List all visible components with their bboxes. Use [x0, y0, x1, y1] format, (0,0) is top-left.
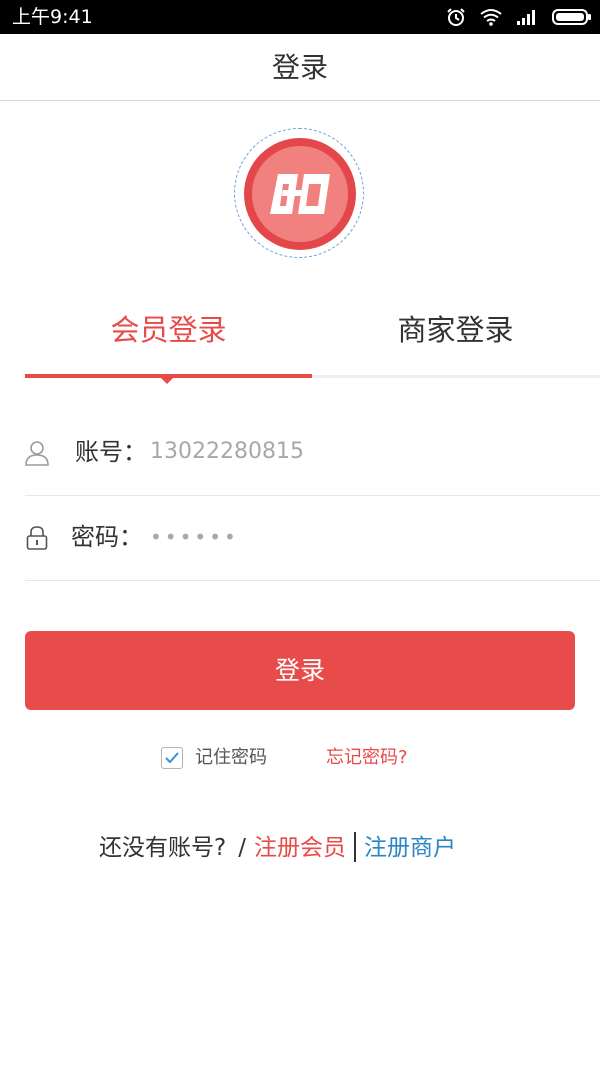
- register-divider: [353, 831, 356, 862]
- register-member-link[interactable]: 注册会员: [254, 835, 346, 861]
- login-button[interactable]: 登录: [25, 631, 575, 710]
- register-prompt: 还没有账号?: [99, 835, 227, 861]
- lock-icon: [26, 526, 48, 550]
- wifi-icon: [480, 8, 502, 26]
- tab-merchant-login[interactable]: 商家登录: [312, 310, 599, 350]
- account-input[interactable]: 13022280815: [150, 435, 304, 469]
- signal-icon: [516, 8, 538, 26]
- alarm-icon: [446, 7, 466, 27]
- tab-caret-icon: [161, 378, 173, 384]
- register-merchant-link[interactable]: 注册商户: [364, 835, 456, 861]
- register-slash: /: [238, 835, 246, 861]
- tab-member-login[interactable]: 会员登录: [25, 310, 312, 350]
- password-input[interactable]: ••••••: [150, 520, 239, 554]
- app-logo-icon: [270, 174, 330, 214]
- account-field[interactable]: 账号： 13022280815: [25, 410, 600, 496]
- password-label: 密码：: [71, 523, 143, 551]
- account-label: 账号：: [75, 438, 147, 466]
- user-icon: [25, 441, 49, 466]
- remember-checkbox[interactable]: [161, 747, 183, 769]
- status-bar: 上午9:41: [0, 0, 600, 34]
- forgot-password-link[interactable]: 忘记密码?: [326, 745, 408, 771]
- password-field[interactable]: 密码： ••••••: [25, 495, 600, 581]
- register-row: 还没有账号? / 注册会员 注册商户: [99, 831, 456, 865]
- status-time: 上午9:41: [12, 6, 93, 28]
- remember-label: 记住密码: [195, 747, 267, 768]
- battery-icon: [552, 8, 592, 26]
- header: 登录: [0, 34, 600, 101]
- status-icons: [446, 6, 592, 28]
- login-tabs: 会员登录 商家登录: [25, 298, 600, 384]
- checkmark-icon: [165, 752, 179, 764]
- page-title: 登录: [271, 51, 328, 84]
